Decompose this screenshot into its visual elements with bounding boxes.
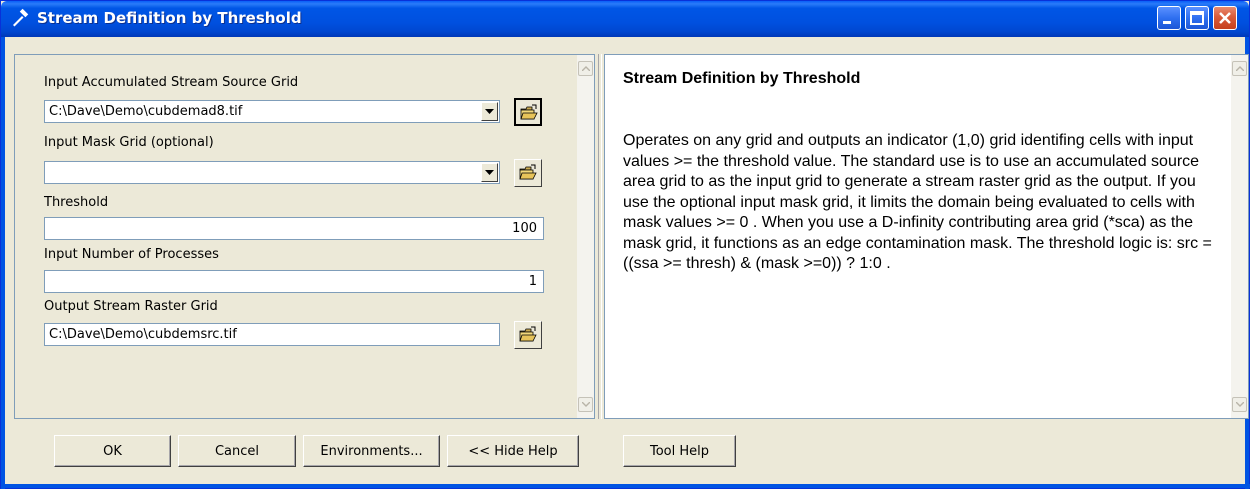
output-grid-browse-button[interactable] bbox=[514, 321, 542, 349]
open-folder-icon bbox=[520, 104, 538, 120]
window-frame-bottom bbox=[1, 484, 1250, 488]
window-title: Stream Definition by Threshold bbox=[37, 9, 302, 27]
parameters-scrollbar[interactable] bbox=[577, 55, 594, 418]
output-grid-input[interactable]: C:\Dave\Demo\cubdemsrc.tif bbox=[44, 323, 500, 346]
pane-splitter[interactable] bbox=[598, 54, 602, 419]
open-folder-icon bbox=[519, 164, 537, 180]
maximize-icon[interactable] bbox=[1185, 6, 1209, 30]
close-icon[interactable] bbox=[1213, 6, 1237, 30]
processes-label: Input Number of Processes bbox=[44, 247, 219, 262]
scroll-up-icon[interactable] bbox=[578, 61, 593, 76]
help-title: Stream Definition by Threshold bbox=[623, 70, 861, 87]
help-pane: Stream Definition by Threshold Operates … bbox=[604, 54, 1249, 419]
mask-grid-label: Input Mask Grid (optional) bbox=[44, 135, 214, 150]
help-scrollbar[interactable] bbox=[1231, 55, 1248, 418]
source-grid-combobox[interactable]: C:\Dave\Demo\cubdemad8.tif bbox=[44, 100, 500, 123]
scroll-down-icon[interactable] bbox=[1232, 397, 1247, 412]
threshold-label: Threshold bbox=[44, 195, 109, 210]
environments-button[interactable]: Environments... bbox=[303, 435, 440, 467]
source-grid-label: Input Accumulated Stream Source Grid bbox=[44, 75, 299, 90]
title-bar[interactable]: Stream Definition by Threshold bbox=[1, 1, 1249, 37]
source-grid-value: C:\Dave\Demo\cubdemad8.tif bbox=[49, 104, 243, 119]
mask-grid-combobox[interactable] bbox=[44, 161, 500, 184]
ok-button[interactable]: OK bbox=[54, 435, 171, 467]
processes-input[interactable]: 1 bbox=[44, 270, 544, 293]
help-body: Operates on any grid and outputs an indi… bbox=[623, 132, 1212, 272]
dialog-window: Stream Definition by Threshold Input Acc… bbox=[0, 0, 1250, 489]
hide-help-button[interactable]: << Hide Help bbox=[447, 435, 579, 467]
chevron-down-icon[interactable] bbox=[481, 163, 498, 182]
hammer-icon bbox=[13, 8, 29, 27]
scroll-up-icon[interactable] bbox=[1232, 61, 1247, 76]
window-frame-left bbox=[1, 37, 5, 489]
parameters-pane: Input Accumulated Stream Source Grid C:\… bbox=[14, 54, 595, 419]
cancel-button[interactable]: Cancel bbox=[178, 435, 296, 467]
mask-grid-browse-button[interactable] bbox=[514, 159, 542, 187]
open-folder-icon bbox=[519, 326, 537, 342]
source-grid-browse-button[interactable] bbox=[514, 98, 542, 126]
tool-help-button[interactable]: Tool Help bbox=[623, 435, 736, 467]
minimize-icon[interactable] bbox=[1157, 6, 1181, 30]
output-grid-label: Output Stream Raster Grid bbox=[44, 299, 218, 314]
scroll-down-icon[interactable] bbox=[578, 397, 593, 412]
chevron-down-icon[interactable] bbox=[481, 102, 498, 121]
threshold-input[interactable]: 100 bbox=[44, 217, 544, 240]
